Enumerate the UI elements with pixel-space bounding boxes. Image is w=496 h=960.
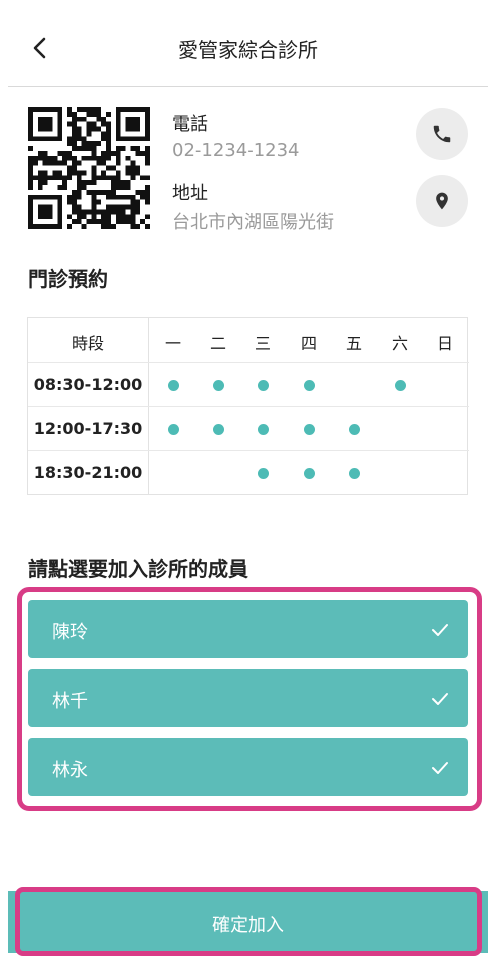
schedule-row: 18:30-21:00 — [28, 450, 469, 494]
header: 愛管家綜合診所 — [0, 0, 496, 88]
day-header: 日 — [436, 334, 453, 353]
slot-header: 時段 — [71, 334, 104, 353]
day-header: 六 — [391, 334, 408, 353]
check-icon — [432, 624, 448, 636]
phone-value: 02-1234-1234 — [172, 140, 300, 161]
availability-dot — [348, 424, 360, 435]
availability-dot — [212, 380, 224, 391]
availability-dot — [257, 380, 269, 391]
day-header: 二 — [209, 334, 226, 353]
member-item[interactable]: 林千 — [28, 669, 468, 727]
location-pin-icon — [436, 192, 448, 210]
member-name: 林永 — [52, 760, 88, 781]
availability-dot — [303, 380, 315, 391]
phone-label: 電話 — [172, 114, 208, 135]
availability-dot — [212, 424, 224, 435]
schedule-title: 門診預約 — [28, 267, 108, 291]
schedule-row: 08:30-12:00 — [28, 362, 469, 406]
call-button[interactable] — [416, 108, 468, 160]
slot-label: 12:00-17:30 — [33, 419, 143, 438]
schedule-header-row: 時段 一 二 三 四 五 六 日 — [28, 318, 469, 362]
member-name: 林千 — [52, 691, 88, 712]
member-item[interactable]: 陳玲 — [28, 600, 468, 658]
map-button[interactable] — [416, 175, 468, 227]
members-title: 請點選要加入診所的成員 — [28, 557, 248, 581]
address-label: 地址 — [172, 183, 208, 204]
availability-dot — [257, 424, 269, 435]
schedule-table: 時段 一 二 三 四 五 六 日 08:30-12:00 12:00-17:30… — [27, 317, 469, 495]
qr-code — [28, 107, 150, 229]
availability-dot — [394, 380, 406, 391]
phone-icon — [433, 125, 451, 143]
availability-dot — [348, 468, 360, 479]
address-value: 台北市內湖區陽光街 — [172, 212, 334, 233]
member-name: 陳玲 — [52, 622, 88, 643]
member-item[interactable]: 林永 — [28, 738, 468, 796]
schedule-row: 12:00-17:30 — [28, 406, 469, 450]
availability-dot — [257, 468, 269, 479]
availability-dot — [303, 468, 315, 479]
day-header: 四 — [300, 334, 317, 353]
page-title: 愛管家綜合診所 — [178, 38, 318, 62]
slot-label: 08:30-12:00 — [33, 375, 143, 394]
day-header: 一 — [164, 334, 181, 353]
availability-dot — [167, 380, 179, 391]
day-header: 五 — [345, 334, 362, 353]
day-header: 三 — [254, 334, 271, 353]
confirm-highlight — [15, 887, 482, 956]
slot-label: 18:30-21:00 — [33, 463, 143, 482]
header-divider — [8, 86, 488, 87]
check-icon — [432, 693, 448, 705]
availability-dot — [303, 424, 315, 435]
check-icon — [432, 762, 448, 774]
availability-dot — [167, 424, 179, 435]
